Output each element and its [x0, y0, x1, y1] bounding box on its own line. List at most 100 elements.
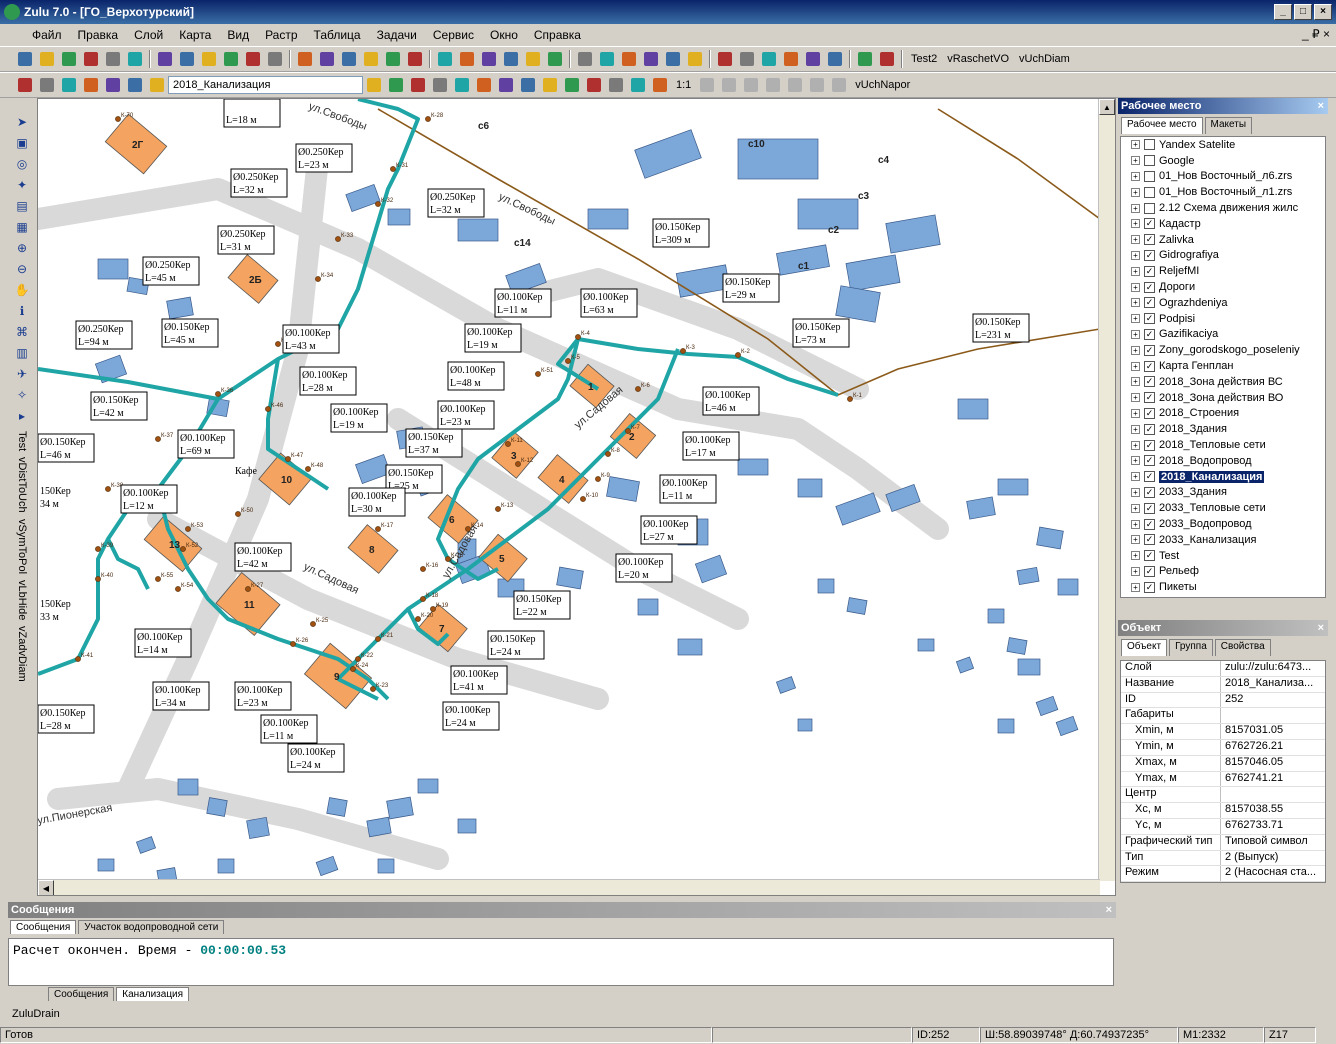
layer-item[interactable]: + ✓ 2018_Канализация	[1121, 469, 1325, 485]
toolbar-icon[interactable]	[575, 50, 595, 68]
left-tool-icon[interactable]: ➤	[12, 112, 32, 131]
expand-icon[interactable]: +	[1131, 345, 1140, 355]
layer-checkbox[interactable]: ✓	[1144, 502, 1155, 514]
toolbar-icon[interactable]	[825, 50, 845, 68]
menu-item-7[interactable]: Задачи	[369, 28, 425, 42]
layer-item[interactable]: + ✓ Рельеф	[1121, 564, 1325, 580]
expand-icon[interactable]: +	[1131, 282, 1140, 292]
expand-icon[interactable]: +	[1131, 187, 1140, 197]
layer-checkbox[interactable]	[1144, 139, 1155, 151]
layer-item[interactable]: + ✓ 2018_Водопровод	[1121, 453, 1325, 469]
expand-icon[interactable]: +	[1131, 472, 1140, 482]
expand-icon[interactable]: +	[1131, 551, 1140, 561]
toolbar-icon[interactable]	[155, 50, 175, 68]
toolbar-icon[interactable]	[650, 76, 670, 94]
toolbar-icon[interactable]	[785, 76, 805, 94]
toolbar-icon[interactable]	[641, 50, 661, 68]
toolbar-icon[interactable]	[457, 50, 477, 68]
toolbar-icon[interactable]	[317, 50, 337, 68]
left-tool-icon[interactable]: ✧	[12, 385, 32, 404]
menu-item-6[interactable]: Таблица	[306, 28, 369, 42]
left-tool-icon[interactable]: ⌘	[12, 322, 32, 341]
layer-checkbox[interactable]: ✓	[1144, 265, 1155, 277]
expand-icon[interactable]: +	[1131, 171, 1140, 181]
layer-item[interactable]: + ✓ Test	[1121, 548, 1325, 564]
layer-checkbox[interactable]: ✓	[1144, 534, 1155, 546]
layer-checkbox[interactable]	[1144, 186, 1155, 198]
toolbar-icon[interactable]	[103, 76, 123, 94]
layer-item[interactable]: + ✓ Zony_gorodskogo_poseleniy	[1121, 342, 1325, 358]
layer-checkbox[interactable]: ✓	[1144, 486, 1155, 498]
expand-icon[interactable]: +	[1131, 487, 1140, 497]
toolbar-icon[interactable]	[474, 76, 494, 94]
toolbar-icon[interactable]	[523, 50, 543, 68]
toolbar-button-0[interactable]: Test2	[906, 53, 942, 65]
toolbar-icon[interactable]	[479, 50, 499, 68]
menu-item-0[interactable]: Файл	[24, 28, 70, 42]
toolbar-icon[interactable]	[199, 50, 219, 68]
layer-item[interactable]: + ✓ 2018_Зона действия ВО	[1121, 390, 1325, 406]
left-tool-icon[interactable]: ✈	[12, 364, 32, 383]
map-vertical-scrollbar[interactable]: ▲	[1098, 99, 1115, 881]
toolbar-icon[interactable]	[383, 50, 403, 68]
map-view[interactable]: К-1 К-2 К-3 К-4 К-5 К-6 К-7 К-8 К-9 К-10 К-11 К-12 К…	[37, 98, 1116, 896]
layer-checkbox[interactable]: ✓	[1144, 439, 1155, 451]
toolbar-icon[interactable]	[15, 76, 35, 94]
left-tool-icon[interactable]: ▤	[12, 196, 32, 215]
layer-item[interactable]: + ✓ Пикеты	[1121, 579, 1325, 595]
layer-checkbox[interactable]: ✓	[1144, 565, 1155, 577]
toolbar-icon[interactable]	[37, 76, 57, 94]
toolbar-icon[interactable]	[265, 50, 285, 68]
expand-icon[interactable]: +	[1131, 314, 1140, 324]
left-tool-icon[interactable]: ⊖	[12, 259, 32, 278]
layer-item[interactable]: + ✓ Ograzhdeniya	[1121, 295, 1325, 311]
toolbar-icon[interactable]	[803, 50, 823, 68]
left-tool-icon[interactable]: ℹ	[12, 301, 32, 320]
expand-icon[interactable]: +	[1131, 393, 1140, 403]
toolbar-icon[interactable]	[364, 76, 384, 94]
toolbar-icon[interactable]	[81, 76, 101, 94]
left-tool-icon[interactable]: ▦	[12, 217, 32, 236]
layer-checkbox[interactable]: ✓	[1144, 455, 1155, 467]
toolbar-icon[interactable]	[15, 50, 35, 68]
minimize-button[interactable]: _	[1274, 4, 1292, 20]
layer-select[interactable]: 2018_Канализация	[168, 76, 363, 94]
left-tool-icon[interactable]: ▸	[12, 406, 32, 425]
layer-item[interactable]: +01_Нов Восточный_л1.zrs	[1121, 184, 1325, 200]
toolbar-icon[interactable]	[663, 50, 683, 68]
layer-checkbox[interactable]: ✓	[1144, 360, 1155, 372]
toolbar-icon[interactable]	[295, 50, 315, 68]
expand-icon[interactable]: +	[1131, 408, 1140, 418]
expand-icon[interactable]: +	[1131, 219, 1140, 229]
messages-tab-1[interactable]: Участок водопроводной сети	[78, 920, 225, 934]
layer-item[interactable]: + Google	[1121, 153, 1325, 169]
layer-item[interactable]: +2.12 Схема движения жилс	[1121, 200, 1325, 216]
vuchnapor-button[interactable]: vUchNapor	[850, 79, 915, 91]
layer-item[interactable]: + ✓ Zalivka	[1121, 232, 1325, 248]
object-tab-0[interactable]: Объект	[1121, 639, 1168, 656]
layer-item[interactable]: + ✓ 2033_Тепловые сети	[1121, 500, 1325, 516]
expand-icon[interactable]: +	[1131, 298, 1140, 308]
expand-icon[interactable]: +	[1131, 203, 1140, 213]
toolbar-icon[interactable]	[628, 76, 648, 94]
toolbar-icon[interactable]	[759, 50, 779, 68]
toolbar-icon[interactable]	[619, 50, 639, 68]
toolbar-icon[interactable]	[386, 76, 406, 94]
bottom-tab-0[interactable]: Сообщения	[48, 987, 115, 1001]
toolbar-icon[interactable]	[545, 50, 565, 68]
layer-checkbox[interactable]: ✓	[1144, 423, 1155, 435]
map-horizontal-scrollbar[interactable]: ◀	[38, 879, 1100, 895]
scroll-left-button[interactable]: ◀	[38, 880, 54, 895]
toolbar-icon[interactable]	[763, 76, 783, 94]
toolbar-icon[interactable]	[81, 50, 101, 68]
expand-icon[interactable]: +	[1131, 440, 1140, 450]
object-tab-2[interactable]: Свойства	[1214, 639, 1271, 656]
mdi-controls[interactable]: _ ₽ ×	[1302, 27, 1330, 41]
toolbar-icon[interactable]	[719, 76, 739, 94]
left-tool-label-0[interactable]: Test	[16, 431, 28, 451]
layer-item[interactable]: + ✓ ReljefMI	[1121, 263, 1325, 279]
toolbar-icon[interactable]	[501, 50, 521, 68]
toolbar-icon[interactable]	[606, 76, 626, 94]
toolbar-icon[interactable]	[737, 50, 757, 68]
toolbar-icon[interactable]	[540, 76, 560, 94]
